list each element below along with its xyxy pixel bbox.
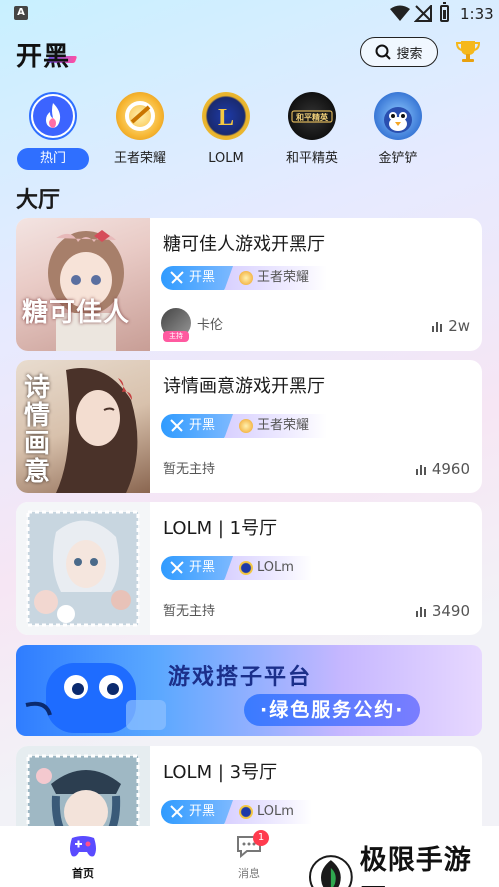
status-bar: A 1:33 (0, 0, 499, 28)
room-tags: 开黑 LOLm (161, 800, 312, 824)
search-label: 搜索 (396, 46, 423, 62)
swords-icon (170, 561, 184, 574)
room-thumbnail: 糖可佳人 (16, 218, 150, 351)
room-thumbnail (16, 502, 150, 635)
nav-label: 消息 (238, 867, 260, 880)
room-card[interactable]: LOLM | 1号厅 开黑 LOLm 暂无主持 3490 (16, 502, 482, 635)
category-honor-of-kings[interactable]: 王者荣耀 (101, 92, 179, 170)
honor-of-kings-icon (239, 271, 254, 285)
search-icon (375, 44, 392, 60)
bar-chart-icon (432, 321, 443, 332)
trophy-icon[interactable] (455, 38, 481, 64)
notification-icon: A (14, 6, 28, 20)
host-badge: 主持 (163, 331, 189, 342)
room-type-tag: 开黑 (161, 266, 234, 290)
room-title: LOLM | 1号厅 (163, 518, 278, 539)
category-label: 和平精英 (285, 151, 338, 166)
peace-elite-icon: 和平精英 (288, 92, 336, 140)
banner-title: 游戏搭子平台 (168, 665, 313, 690)
swords-icon (170, 271, 184, 284)
room-game-tag: 王者荣耀 (225, 266, 328, 290)
room-game-tag: LOLm (225, 800, 312, 824)
category-hot[interactable]: 热门 (14, 92, 92, 170)
category-peace-elite[interactable]: 和平精英 和平精英 (273, 92, 351, 170)
nav-home[interactable]: 首页 (53, 834, 113, 881)
swords-icon (170, 805, 184, 818)
unread-badge: 1 (253, 830, 269, 846)
signal-icon (414, 5, 432, 22)
room-title: 糖可佳人游戏开黑厅 (163, 234, 325, 255)
host-avatar: 主持 (161, 308, 191, 342)
watermark-logo-icon (309, 855, 353, 887)
honor-of-kings-icon (116, 92, 164, 140)
room-popularity: 3490 (415, 602, 470, 620)
category-golden-spatula[interactable]: 金铲铲 (359, 92, 437, 170)
thumb-caption: 糖可佳人 (22, 298, 131, 328)
category-label: 金铲铲 (378, 151, 418, 166)
promo-banner[interactable]: 游戏搭子平台 ·绿色服务公约· (16, 645, 482, 736)
watermark: 极限手游网 (308, 838, 499, 887)
wifi-icon (390, 5, 410, 21)
room-game-tag: LOLm (225, 556, 312, 580)
status-time: 1:33 (460, 5, 494, 23)
search-button[interactable]: 搜索 (360, 37, 438, 67)
host-name: 暂无主持 (163, 604, 216, 619)
swords-icon (170, 419, 184, 432)
room-type-tag: 开黑 (161, 800, 234, 824)
room-tags: 开黑 LOLm (161, 556, 312, 580)
room-popularity: 4960 (415, 460, 470, 478)
host-name: 暂无主持 (163, 462, 216, 477)
room-thumbnail: 诗情画意 (16, 360, 150, 493)
category-label: 热门 (17, 148, 89, 170)
room-title: LOLM | 3号厅 (163, 762, 278, 783)
app-logo: 开黑 (16, 42, 71, 72)
room-game-tag: 王者荣耀 (225, 414, 328, 438)
bar-chart-icon (415, 606, 426, 617)
lolm-icon (239, 805, 254, 819)
svg-text:L: L (218, 105, 234, 131)
bar-chart-icon (415, 464, 426, 475)
nav-label: 首页 (72, 867, 94, 880)
home-gamepad-icon (70, 836, 96, 857)
character-illustration (26, 510, 140, 627)
room-tags: 开黑 王者荣耀 (161, 266, 328, 290)
room-card[interactable]: 诗情画意 诗情画意游戏开黑厅 开黑 王者荣耀 暂无主持 4960 (16, 360, 482, 493)
room-tags: 开黑 王者荣耀 (161, 414, 328, 438)
room-host: 主持 卡伦 (161, 308, 224, 342)
category-lolm[interactable]: L LOLM (187, 92, 265, 170)
lolm-icon (239, 561, 254, 575)
svg-text:和平精英: 和平精英 (296, 112, 329, 122)
lolm-icon: L (202, 92, 250, 140)
room-title: 诗情画意游戏开黑厅 (163, 376, 325, 397)
character-illustration (48, 230, 124, 351)
battery-icon (440, 2, 449, 22)
category-label: LOLM (208, 151, 244, 166)
golden-spatula-icon (374, 92, 422, 140)
flame-icon (29, 92, 77, 140)
watermark-text: 极限手游网 (359, 845, 472, 887)
room-type-tag: 开黑 (161, 414, 234, 438)
thumb-caption: 诗情画意 (24, 373, 51, 487)
room-popularity: 2w (432, 317, 470, 335)
host-name: 卡伦 (197, 317, 224, 333)
banner-pill: ·绿色服务公约· (244, 694, 421, 726)
section-title-lobby: 大厅 (16, 188, 61, 213)
honor-of-kings-icon (239, 419, 254, 433)
nav-messages[interactable]: 1 消息 (219, 830, 279, 881)
category-label: 王者荣耀 (113, 151, 166, 166)
gamepad-mascot-icon (25, 663, 166, 733)
room-type-tag: 开黑 (161, 556, 234, 580)
room-card[interactable]: 糖可佳人 糖可佳人游戏开黑厅 开黑 王者荣耀 主持 卡伦 2w (16, 218, 482, 351)
